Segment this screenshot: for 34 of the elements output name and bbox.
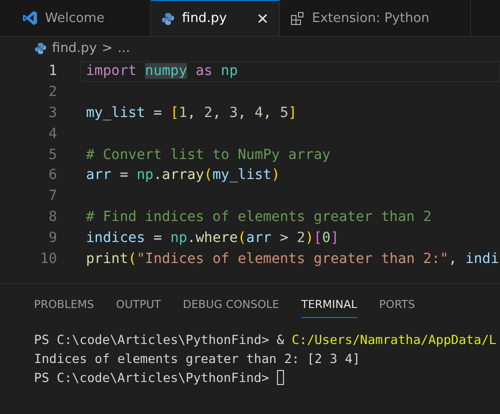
line-number: 3 xyxy=(48,104,57,121)
terminal-line: PS C:\code\Articles\PythonFind> xyxy=(34,368,270,387)
line-number: 1 xyxy=(48,63,57,80)
python-file-icon xyxy=(34,42,47,54)
breadcrumb-separator: > xyxy=(102,40,113,56)
editor-tab[interactable]: find.py ✕ xyxy=(151,0,280,36)
line-number: 9 xyxy=(48,230,57,246)
line-number: 2 xyxy=(48,84,57,100)
terminal-line: Indices of elements greater than 2: [2 3 4] xyxy=(34,350,360,368)
line-number: 10 xyxy=(39,250,57,267)
line-number: 5 xyxy=(48,146,57,163)
code-line: indices = np.where(arr > 2)[0] xyxy=(86,230,339,246)
code-editor-logo-icon xyxy=(22,10,38,26)
line-number: 6 xyxy=(48,167,57,184)
breadcrumb-item[interactable]: find.py xyxy=(52,40,97,56)
panel-tab[interactable]: TERMINAL xyxy=(301,290,358,318)
python-file-icon xyxy=(161,12,175,26)
extension-icon xyxy=(290,10,305,26)
breadcrumb-item[interactable]: ... xyxy=(118,40,130,56)
close-icon[interactable]: ✕ xyxy=(256,10,269,28)
code-line: import numpy as np xyxy=(86,63,238,80)
panel-tab[interactable]: PORTS xyxy=(379,290,415,318)
panel-tab[interactable]: OUTPUT xyxy=(116,290,161,318)
line-number: 8 xyxy=(48,208,57,225)
terminal-line: PS C:\code\Articles\PythonFind> & C:/Users/Namratha/AppData/L xyxy=(34,330,497,349)
code-line: my_list = [1, 2, 3, 4, 5] xyxy=(86,104,297,121)
panel-tab[interactable]: PROBLEMS xyxy=(34,290,94,318)
panel-tab[interactable]: DEBUG CONSOLE xyxy=(182,290,280,318)
code-line: # Convert list to NumPy array xyxy=(86,146,330,163)
code-line: arr = np.array(my_list) xyxy=(86,167,280,184)
line-number: 4 xyxy=(48,126,57,142)
line-number: 7 xyxy=(48,188,57,204)
code-line: print("Indices of elements greater than 2:", indi xyxy=(86,250,500,267)
code-line: # Find indices of elements greater than 2 xyxy=(86,208,432,225)
